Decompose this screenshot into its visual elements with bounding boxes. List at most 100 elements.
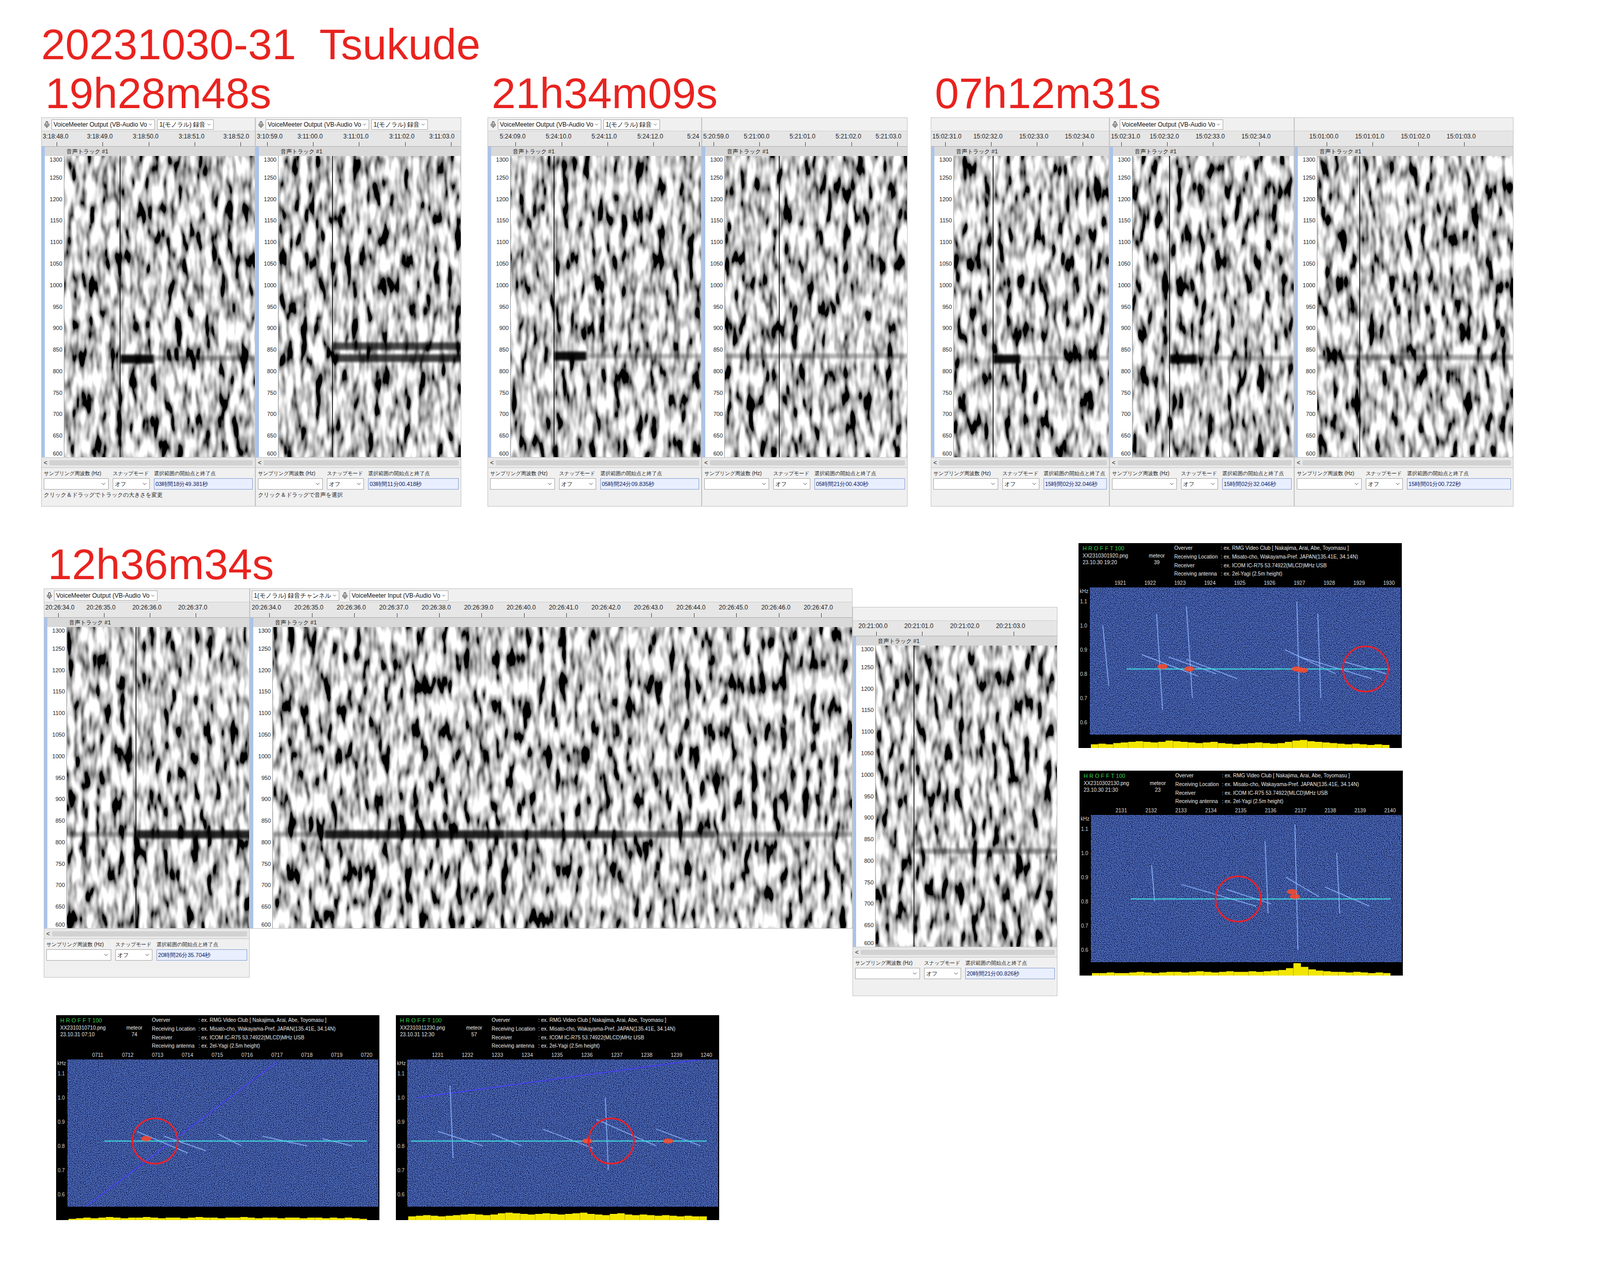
device-select[interactable]: VoiceMeeter Output (VB-Audio Vo [45,590,158,601]
spectrogram[interactable] [875,645,1058,947]
spectrogram[interactable] [278,155,462,458]
track-header[interactable]: 音声トラック #1 [875,636,1057,646]
channel-select[interactable]: 1(モノラル) 録音 [157,119,214,130]
horizontal-scrollbar[interactable]: < [1294,457,1513,468]
selection-time-field[interactable]: 15時間02分32.046秒 [1222,478,1292,490]
timeline[interactable]: 5:20:59.05:21:00.05:21:01.05:21:02.05:21… [702,131,908,147]
device-select[interactable]: VoiceMeeter Output (VB-Audio Vo [43,119,155,130]
horizontal-scrollbar[interactable]: < [853,946,1057,958]
horizontal-scrollbar[interactable]: < [1109,457,1294,468]
horizontal-scrollbar[interactable]: < [44,928,250,939]
hrofft-header: H R O F F T 100XX2310301920.png23.10.30 … [1078,543,1402,580]
ruler-label: 750 [261,860,271,868]
selection-time-field[interactable]: 05時間21分00.430秒 [814,478,906,490]
ruler-label: 900 [261,795,271,803]
device-select[interactable]: VoiceMeeter Output (VB-Audio Vo [257,119,370,130]
spectrogram[interactable] [272,627,853,929]
timeline[interactable]: 15:01:00.015:01:01.015:01:02.015:01:03.0 [1294,131,1513,147]
meteor-streak [1285,877,1319,897]
timeline[interactable]: 20:26:34.020:26:35.020:26:36.020:26:37.0 [44,602,250,618]
rate-select[interactable] [855,967,920,980]
timeline[interactable]: 3:18:48.03:18:49.03:18:50.03:18:51.03:18… [41,131,255,147]
spectrogram[interactable] [1132,155,1295,458]
snap-select[interactable]: オフ [773,478,811,490]
activity-bar [423,1214,431,1221]
timeline[interactable]: 15:02:31.015:02:32.015:02:33.015:02:34.0 [1109,131,1294,147]
time-axis: 0711071207130714071507160717071807190720 [56,1051,380,1060]
channel-select[interactable]: 1(モノラル) 録音 [603,119,660,130]
spectrogram[interactable] [510,155,702,458]
channel-select[interactable]: 1(モノラル) 録音チャンネル [251,590,340,601]
timeline-label: 3:11:02.0 [389,132,415,141]
device-select[interactable]: VoiceMeeter Input (VB-Audio Vo [341,590,449,601]
rate-select[interactable] [490,478,555,490]
activity-bar [557,1214,566,1221]
activity-bar [210,1217,219,1221]
rate-select[interactable] [1111,478,1177,490]
device-select[interactable]: VoiceMeeter Output (VB-Audio Vo [489,119,602,130]
timeline[interactable]: 20:26:34.020:26:35.020:26:36.020:26:37.0… [250,602,852,618]
track-header[interactable]: 音声トラック #1 [64,146,255,156]
snap-select[interactable]: オフ [112,478,150,490]
hrofft-logo: H R O F F T 100 [60,1016,117,1025]
spectrogram[interactable] [66,627,250,929]
snap-select[interactable]: オフ [1365,478,1403,490]
rate-select[interactable] [43,478,109,490]
device-select[interactable]: VoiceMeeter Output (VB-Audio Vo [1111,119,1224,130]
selection-time-field[interactable]: 15時間01分00.722秒 [1406,478,1511,490]
track-header[interactable]: 音声トラック #1 [724,146,908,156]
time-axis: 1231123212331234123512361237123812391240 [395,1051,720,1060]
selection-time-field[interactable]: 15時間02分32.046秒 [1043,478,1107,490]
ruler-label: 850 [1306,345,1316,354]
timeline[interactable]: 20:21:00.020:21:01.020:21:02.020:21:03.0 [853,620,1057,637]
selection-time-field[interactable]: 03時間18分49.381秒 [153,478,253,490]
spectrogram[interactable] [953,155,1110,458]
meteor-echo [586,353,702,359]
horizontal-scrollbar[interactable]: < [488,457,702,468]
snap-select[interactable]: オフ [1180,478,1219,490]
event-group: 12h36m34sVoiceMeeter Output (VB-Audio Vo… [43,540,1058,997]
spectrogram[interactable] [724,155,908,458]
rate-select[interactable] [704,478,770,490]
rate-select[interactable] [257,478,323,490]
track-header[interactable]: 音声トラック #1 [510,146,702,156]
timeline-tick [240,142,241,147]
selection-time-field[interactable]: 20時間26分35.704秒 [156,949,248,961]
timeline[interactable]: 15:02:31.015:02:32.015:02:33.015:02:34.0 [931,131,1109,147]
rate-select[interactable] [1296,478,1362,490]
spectrogram[interactable] [64,155,256,458]
ruler-label: 1000 [52,752,65,760]
snap-select[interactable]: オフ [326,478,364,490]
track-header[interactable]: 音声トラック #1 [953,146,1109,156]
snap-select[interactable]: オフ [115,949,153,961]
snap-select[interactable]: オフ [1002,478,1040,490]
timeline[interactable]: 3:10:59.03:11:00.03:11:01.03:11:02.03:11… [255,131,461,147]
timeline[interactable]: 5:24:09.05:24:10.05:24:11.05:24:12.05:24 [488,131,702,147]
activity-bar [68,1219,77,1221]
rate-select[interactable] [933,478,999,490]
play-cursor [135,627,137,929]
channel-select[interactable]: 1(モノラル) 録音 [371,119,428,130]
activity-bar [542,1213,551,1221]
track-header[interactable]: 音声トラック #1 [1317,146,1513,156]
event-group: 21h34m09sVoiceMeeter Output (VB-Audio Vo… [487,69,908,507]
selection-time-field[interactable]: 05時間24分09.835秒 [600,478,700,490]
selection-time-field[interactable]: 03時間11分00.418秒 [368,478,459,490]
selection-time-field[interactable]: 20時間21分00.826秒 [965,967,1055,980]
horizontal-scrollbar[interactable]: < [702,457,908,468]
rate-select[interactable] [46,949,112,961]
track-header[interactable]: 音声トラック #1 [66,617,250,628]
horizontal-scrollbar[interactable]: < [931,457,1109,468]
ruler-label: 800 [713,367,723,375]
ruler-label: 1200 [496,195,509,203]
horizontal-scrollbar[interactable]: < [255,457,461,468]
activity-bar [1344,744,1353,749]
spectrogram[interactable] [1317,155,1514,458]
track-header[interactable]: 音声トラック #1 [1132,146,1294,156]
track-header[interactable]: 音声トラック #1 [272,617,852,628]
horizontal-scrollbar[interactable]: < [41,457,255,468]
snap-select[interactable]: オフ [924,967,962,980]
hrofft-image: H R O F F T 100XX2310311230.png23.10.31 … [395,1015,720,1221]
track-header[interactable]: 音声トラック #1 [278,146,461,156]
snap-select[interactable]: オフ [559,478,597,490]
